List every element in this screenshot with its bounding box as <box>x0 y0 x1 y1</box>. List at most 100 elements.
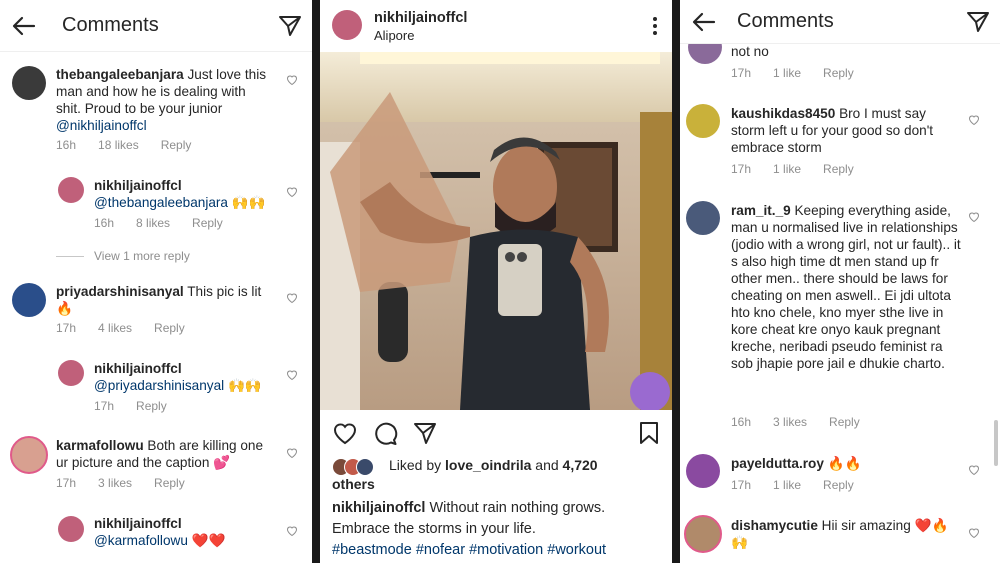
share-send-icon[interactable] <box>412 420 438 446</box>
avatar[interactable] <box>686 201 720 235</box>
comment-likes[interactable]: 18 likes <box>98 138 139 152</box>
comment-username[interactable]: thebangaleebanjara <box>56 67 184 82</box>
back-arrow-icon[interactable] <box>690 8 718 36</box>
mention-link[interactable]: @nikhiljainoffcl <box>56 118 147 133</box>
comment-username[interactable]: ram_it._9 <box>731 203 791 218</box>
reply-button[interactable]: Reply <box>823 66 854 80</box>
reply-button[interactable]: Reply <box>154 476 185 490</box>
comment-item: payeldutta.roy 🔥🔥 17h 1 like Reply <box>680 454 1000 504</box>
like-heart-icon[interactable] <box>286 525 298 537</box>
like-heart-icon[interactable] <box>968 527 980 539</box>
comment-body: 🔥🔥 <box>827 456 862 471</box>
comment-bubble-icon[interactable] <box>372 420 398 446</box>
avatar[interactable] <box>10 436 48 474</box>
mention-link[interactable]: @priyadarshinisanyal <box>94 378 224 393</box>
liked-others[interactable]: others <box>332 476 375 492</box>
liked-by-avatars[interactable] <box>332 458 382 476</box>
bookmark-icon[interactable] <box>636 420 662 446</box>
comment-username[interactable]: nikhiljainoffcl <box>94 516 182 531</box>
avatar[interactable] <box>686 104 720 138</box>
comment-text: thebangaleebanjara Just love this man an… <box>56 66 268 134</box>
comment-item: dishamycutie Hii sir amazing ❤️🔥🙌 <box>680 515 1000 563</box>
reply-button[interactable]: Reply <box>829 415 860 429</box>
direct-share-icon[interactable] <box>966 10 990 34</box>
liked-count[interactable]: 4,720 <box>563 457 598 473</box>
comment-username[interactable]: kaushikdas8450 <box>731 106 835 121</box>
back-arrow-icon[interactable] <box>10 12 38 40</box>
comment-meta: 17h 1 like Reply <box>731 162 876 176</box>
like-heart-icon[interactable] <box>286 74 298 86</box>
reply-item: nikhiljainoffcl @karmafollowu ❤️❤️ <box>0 514 312 563</box>
avatar[interactable] <box>12 66 46 100</box>
comment-body: Keeping everything aside, man u normalis… <box>731 203 961 371</box>
avatar[interactable] <box>686 454 720 488</box>
comment-meta: 17h 4 likes Reply <box>56 321 207 335</box>
comment-text: kaushikdas8450 Bro I must say storm left… <box>731 105 961 156</box>
hashtag[interactable]: #beastmode <box>332 542 412 558</box>
comment-likes[interactable]: 3 likes <box>773 415 807 429</box>
avatar[interactable] <box>58 516 84 542</box>
comment-meta: 17h 1 like Reply <box>731 66 876 80</box>
comment-username[interactable]: karmafollowu <box>56 438 144 453</box>
hashtag[interactable]: #workout <box>547 542 606 558</box>
comment-username[interactable]: nikhiljainoffcl <box>94 361 182 376</box>
post-photo[interactable] <box>320 52 672 410</box>
reply-item: nikhiljainoffcl @priyadarshinisanyal 🙌🙌 … <box>0 358 312 418</box>
like-heart-icon[interactable] <box>286 186 298 198</box>
avatar[interactable] <box>58 177 84 203</box>
comment-likes[interactable]: 8 likes <box>136 216 170 230</box>
comment-time: 17h <box>731 478 752 492</box>
mention-link[interactable]: @thebangaleebanjara <box>94 195 228 210</box>
scrollbar[interactable] <box>994 420 998 466</box>
comment-likes[interactable]: 1 like <box>773 478 801 492</box>
reply-button[interactable]: Reply <box>823 162 854 176</box>
comment-username[interactable]: nikhiljainoffcl <box>94 178 182 193</box>
like-heart-icon[interactable] <box>968 211 980 223</box>
avatar[interactable] <box>12 283 46 317</box>
direct-share-icon[interactable] <box>278 14 302 38</box>
avatar[interactable] <box>332 10 362 40</box>
comment-username[interactable]: dishamycutie <box>731 518 818 533</box>
post-location[interactable]: Alipore <box>374 28 414 43</box>
reply-button[interactable]: Reply <box>823 478 854 492</box>
emoji: ❤️❤️ <box>191 533 226 548</box>
reply-button[interactable]: Reply <box>154 321 185 335</box>
hashtag[interactable]: #nofear <box>416 542 465 558</box>
caption-username[interactable]: nikhiljainoffcl <box>332 500 425 516</box>
like-heart-icon[interactable] <box>968 114 980 126</box>
emoji: 💕 <box>213 455 231 470</box>
like-heart-icon[interactable] <box>286 292 298 304</box>
avatar[interactable] <box>58 360 84 386</box>
mention-link[interactable]: @karmafollowu <box>94 533 188 548</box>
reply-button[interactable]: Reply <box>136 399 167 413</box>
comment-time: 17h <box>56 321 77 335</box>
liked-user[interactable]: love_oindrila <box>445 457 531 473</box>
comment-username[interactable]: payeldutta.roy <box>731 456 824 471</box>
view-more-replies[interactable]: View 1 more reply <box>56 249 190 263</box>
comment-body: This pic is lit <box>187 284 262 299</box>
comment-meta: 16h 3 likes Reply <box>731 415 882 429</box>
comment-likes[interactable]: 4 likes <box>98 321 132 335</box>
like-heart-icon[interactable] <box>332 420 358 446</box>
hashtag[interactable]: #motivation <box>469 542 543 558</box>
comment-text: priyadarshinisanyal This pic is lit 🔥 <box>56 283 270 317</box>
like-heart-icon[interactable] <box>286 369 298 381</box>
comment-time: 17h <box>94 399 115 413</box>
reply-button[interactable]: Reply <box>161 138 192 152</box>
comment-time: 17h <box>56 476 77 490</box>
post-header: nikhiljainoffcl Alipore <box>320 0 672 52</box>
comment-meta: 16h 18 likes Reply <box>56 138 213 152</box>
comment-time: 17h <box>731 162 752 176</box>
comment-likes[interactable]: 1 like <box>773 66 801 80</box>
like-heart-icon[interactable] <box>968 464 980 476</box>
comment-username[interactable]: priyadarshinisanyal <box>56 284 184 299</box>
comment-likes[interactable]: 3 likes <box>98 476 132 490</box>
reply-button[interactable]: Reply <box>192 216 223 230</box>
avatar[interactable] <box>684 515 722 553</box>
post-panel: nikhiljainoffcl Alipore Liked by love_oi… <box>320 0 672 563</box>
liked-by-text[interactable]: Liked by love_oindrila and 4,720 others <box>332 456 669 494</box>
post-username[interactable]: nikhiljainoffcl <box>374 10 467 26</box>
more-options-icon[interactable] <box>652 16 658 36</box>
like-heart-icon[interactable] <box>286 447 298 459</box>
comment-likes[interactable]: 1 like <box>773 162 801 176</box>
